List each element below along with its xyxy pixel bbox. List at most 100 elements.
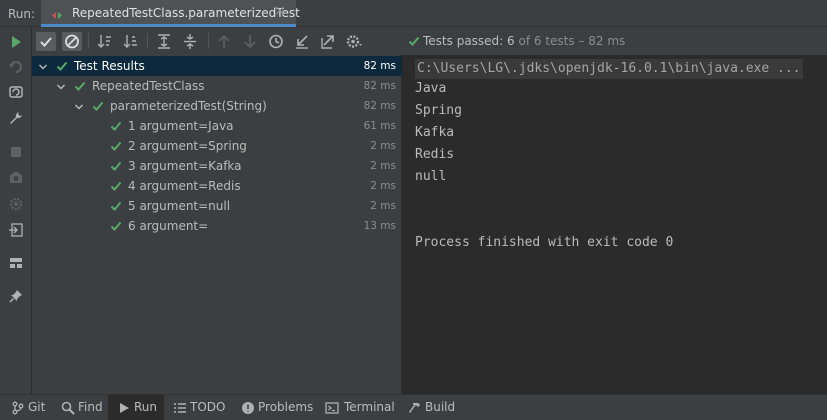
tree-node-duration: 82 ms: [363, 80, 396, 92]
edit-configuration-icon[interactable]: [8, 110, 24, 126]
tests-passed-summary: Tests passed: 6 of 6 tests – 82 ms: [423, 34, 625, 48]
toggle-auto-test-icon[interactable]: [8, 84, 24, 100]
console-command-line[interactable]: C:\Users\LG\.jdks\openjdk-16.0.1\bin\jav…: [415, 59, 803, 79]
tree-node-class[interactable]: RepeatedTestClass 82 ms: [32, 76, 402, 96]
chevron-down-icon[interactable]: [38, 61, 48, 71]
show-passed-icon[interactable]: [36, 32, 56, 51]
passed-check-icon: [92, 100, 104, 112]
rerun-icon[interactable]: [8, 34, 24, 50]
passed-check-icon: [110, 140, 122, 152]
tree-node-invocation[interactable]: 1 argument=Java 61 ms: [32, 116, 402, 136]
list-icon: [173, 401, 187, 415]
problems-icon: [241, 401, 255, 415]
run-label: Run:: [8, 7, 36, 21]
tree-node-duration: 13 ms: [363, 220, 396, 232]
tool-window-bar: Git Find Run TODO Problems Terminal Buil…: [0, 394, 827, 420]
chevron-down-icon[interactable]: [74, 101, 84, 111]
test-results-tree: Test Results 82 ms RepeatedTestClass 82 …: [32, 55, 402, 394]
console-line: Java: [415, 81, 447, 96]
tree-node-label: 2 argument=Spring: [128, 139, 247, 153]
pin-icon[interactable]: [8, 288, 24, 304]
import-tests-icon[interactable]: [292, 32, 312, 51]
run-config-tab[interactable]: RepeatedTestClass.parameterizedTest ×: [41, 0, 300, 27]
tree-node-label: 4 argument=Redis: [128, 179, 241, 193]
status-suffix: of 6 tests – 82 ms: [514, 34, 626, 48]
hammer-icon: [408, 401, 422, 415]
run-tool-window-header: Run: RepeatedTestClass.parameterizedTest…: [0, 0, 827, 27]
tree-node-label: Test Results: [74, 59, 145, 73]
tool-tab-label: Build: [425, 400, 456, 414]
show-ignored-icon[interactable]: [62, 32, 82, 51]
console-output[interactable]: C:\Users\LG\.jdks\openjdk-16.0.1\bin\jav…: [402, 55, 827, 394]
console-line: null: [415, 169, 447, 184]
sort-alphabetically-icon[interactable]: [95, 32, 115, 51]
tool-tab-terminal[interactable]: Terminal: [316, 395, 400, 420]
tool-tab-label: Terminal: [344, 400, 395, 414]
tool-tab-find[interactable]: Find: [52, 395, 108, 420]
sort-by-duration-icon[interactable]: [121, 32, 141, 51]
tree-node-label: 1 argument=Java: [128, 119, 234, 133]
passed-check-icon: [408, 35, 420, 50]
tool-tab-label: Problems: [258, 400, 314, 414]
junit-config-icon: [52, 9, 62, 19]
tool-tab-todo[interactable]: TODO: [164, 395, 232, 420]
tool-tab-git[interactable]: Git: [0, 395, 52, 420]
tree-node-duration: 2 ms: [370, 140, 396, 152]
passed-check-icon: [56, 60, 68, 72]
test-history-icon[interactable]: [266, 32, 286, 51]
tree-node-label: 5 argument=null: [128, 199, 231, 213]
run-side-toolbar: [0, 27, 32, 394]
search-icon: [61, 401, 75, 415]
settings-icon[interactable]: [8, 196, 24, 212]
layout-icon[interactable]: [8, 255, 24, 271]
git-icon: [11, 401, 25, 415]
console-line: Kafka: [415, 125, 455, 140]
exit-icon[interactable]: [8, 222, 24, 238]
tree-node-method[interactable]: parameterizedTest(String) 82 ms: [32, 96, 402, 116]
tree-node-label: parameterizedTest(String): [110, 99, 267, 113]
thread-dump-icon[interactable]: [8, 170, 24, 186]
tree-node-duration: 82 ms: [363, 60, 396, 72]
tree-node-invocation[interactable]: 5 argument=null 2 ms: [32, 196, 402, 216]
test-status-bar: Tests passed: 6 of 6 tests – 82 ms: [402, 27, 827, 55]
tree-node-duration: 2 ms: [370, 160, 396, 172]
passed-check-icon: [110, 120, 122, 132]
chevron-down-icon[interactable]: [56, 81, 66, 91]
tool-tab-label: Run: [134, 400, 158, 414]
test-settings-icon[interactable]: [344, 32, 364, 51]
tree-node-invocation[interactable]: 6 argument= 13 ms: [32, 216, 402, 236]
tree-node-invocation[interactable]: 3 argument=Kafka 2 ms: [32, 156, 402, 176]
passed-check-icon: [110, 180, 122, 192]
tool-tab-problems[interactable]: Problems: [232, 395, 316, 420]
play-icon: [117, 401, 131, 415]
passed-check-icon: [110, 220, 122, 232]
status-prefix: Tests passed:: [423, 34, 508, 48]
terminal-icon: [325, 401, 339, 415]
tree-node-invocation[interactable]: 2 argument=Spring 2 ms: [32, 136, 402, 156]
tree-node-duration: 82 ms: [363, 100, 396, 112]
close-tab-icon[interactable]: ×: [274, 3, 286, 19]
tool-tab-label: Find: [78, 400, 103, 414]
previous-failed-icon[interactable]: [214, 32, 234, 51]
tree-node-duration: 61 ms: [363, 120, 396, 132]
tool-tab-run[interactable]: Run: [108, 395, 164, 420]
test-tree-toolbar: [32, 27, 402, 55]
tree-node-label: 3 argument=Kafka: [128, 159, 242, 173]
tool-tab-build[interactable]: Build: [400, 395, 464, 420]
expand-all-icon[interactable]: [154, 32, 174, 51]
stop-icon[interactable]: [8, 144, 24, 160]
passed-check-icon: [110, 160, 122, 172]
tree-node-label: RepeatedTestClass: [92, 79, 205, 93]
next-failed-icon[interactable]: [240, 32, 260, 51]
tree-node-test-results[interactable]: Test Results 82 ms: [32, 56, 402, 76]
tree-node-invocation[interactable]: 4 argument=Redis 2 ms: [32, 176, 402, 196]
collapse-all-icon[interactable]: [180, 32, 200, 51]
status-passed-count: 6: [507, 34, 515, 48]
tool-tab-label: Git: [28, 400, 46, 414]
tree-node-duration: 2 ms: [370, 180, 396, 192]
export-tests-icon[interactable]: [318, 32, 338, 51]
passed-check-icon: [110, 200, 122, 212]
rerun-failed-icon[interactable]: [8, 59, 24, 75]
tool-tab-label: TODO: [190, 400, 226, 414]
console-line: Spring: [415, 103, 462, 118]
